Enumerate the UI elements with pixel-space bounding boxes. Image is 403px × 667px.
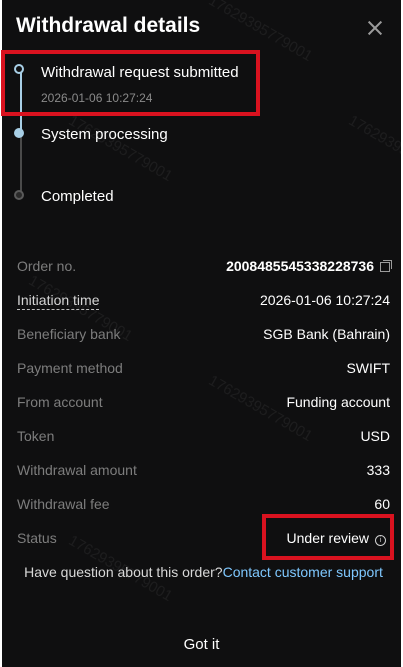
highlight-box bbox=[1, 50, 260, 116]
detail-row-token: Token USD bbox=[17, 428, 390, 462]
detail-value: 60 bbox=[374, 496, 390, 512]
detail-value: 333 bbox=[366, 462, 390, 478]
close-icon[interactable] bbox=[367, 20, 383, 36]
detail-value: SGB Bank (Bahrain) bbox=[263, 326, 390, 342]
detail-label-tooltip[interactable]: Initiation time bbox=[17, 292, 100, 310]
highlight-box bbox=[262, 514, 394, 560]
step-label-processing: System processing bbox=[41, 126, 168, 143]
detail-label: Token bbox=[17, 428, 55, 444]
contact-support-link[interactable]: Contact customer support bbox=[223, 564, 383, 580]
got-it-button[interactable]: Got it bbox=[2, 636, 401, 653]
modal-title: Withdrawal details bbox=[16, 14, 201, 37]
detail-row-from-account: From account Funding account bbox=[17, 394, 390, 428]
detail-row-order-no: Order no. 2008485545338228736 bbox=[17, 258, 392, 292]
timeline-connector bbox=[20, 136, 22, 194]
detail-label: Payment method bbox=[17, 360, 123, 376]
detail-label: Beneficiary bank bbox=[17, 326, 121, 342]
detail-label: Order no. bbox=[17, 258, 77, 274]
detail-row-beneficiary-bank: Beneficiary bank SGB Bank (Bahrain) bbox=[17, 326, 390, 360]
detail-label: From account bbox=[17, 394, 103, 410]
support-question-text: Have question about this order? bbox=[24, 564, 223, 580]
detail-row-withdrawal-amount: Withdrawal amount 333 bbox=[17, 462, 390, 496]
detail-value: 2026-01-06 10:27:24 bbox=[260, 292, 390, 308]
detail-label: Withdrawal fee bbox=[17, 496, 110, 512]
detail-value: SWIFT bbox=[346, 360, 390, 376]
order-number: 2008485545338228736 bbox=[226, 258, 374, 274]
support-question: Have question about this order?Contact c… bbox=[22, 563, 385, 582]
detail-label: Status bbox=[17, 530, 57, 546]
detail-value: 2008485545338228736 bbox=[226, 258, 392, 274]
detail-label: Withdrawal amount bbox=[17, 462, 137, 478]
detail-value: Funding account bbox=[286, 394, 390, 410]
detail-value: USD bbox=[360, 428, 390, 444]
step-label-completed: Completed bbox=[41, 188, 114, 205]
copy-icon[interactable] bbox=[380, 260, 392, 272]
step-pending-icon bbox=[14, 128, 24, 138]
step-inactive-icon bbox=[14, 190, 24, 200]
detail-row-payment-method: Payment method SWIFT bbox=[17, 360, 390, 394]
detail-row-initiation-time: Initiation time 2026-01-06 10:27:24 bbox=[17, 292, 390, 326]
